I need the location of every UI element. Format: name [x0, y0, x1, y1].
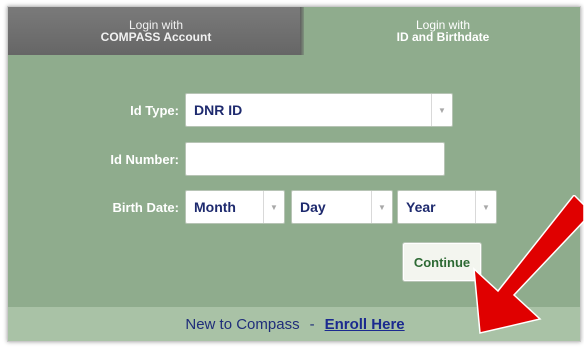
id-number-input[interactable]	[185, 142, 445, 176]
dropdown-caret-icon: ▼	[371, 191, 392, 223]
tab-id-birthdate[interactable]: Login with ID and Birthdate	[304, 7, 580, 55]
id-type-select[interactable]: DNR ID ▼	[185, 93, 453, 127]
birth-date-label: Birth Date:	[112, 200, 179, 215]
enroll-here-link[interactable]: Enroll Here	[325, 316, 405, 333]
birth-day-select[interactable]: Day ▼	[291, 190, 393, 224]
tab-id-line2: ID and Birthdate	[396, 30, 490, 44]
id-type-label: Id Type:	[130, 103, 179, 118]
dropdown-caret-icon: ▼	[431, 94, 452, 126]
tab-compass-account[interactable]: Login with COMPASS Account	[8, 7, 304, 55]
dropdown-caret-icon: ▼	[263, 191, 284, 223]
birth-year-value: Year	[406, 199, 436, 215]
new-to-compass-text: New to Compass	[185, 315, 300, 333]
tab-compass-line2: COMPASS Account	[100, 30, 212, 44]
birth-day-value: Day	[300, 199, 326, 215]
id-number-label: Id Number:	[110, 152, 179, 167]
birth-month-value: Month	[194, 199, 236, 215]
id-type-value: DNR ID	[194, 102, 243, 118]
birth-month-select[interactable]: Month ▼	[185, 190, 285, 224]
red-arrow-icon	[473, 195, 584, 334]
footer-separator: -	[309, 315, 315, 333]
